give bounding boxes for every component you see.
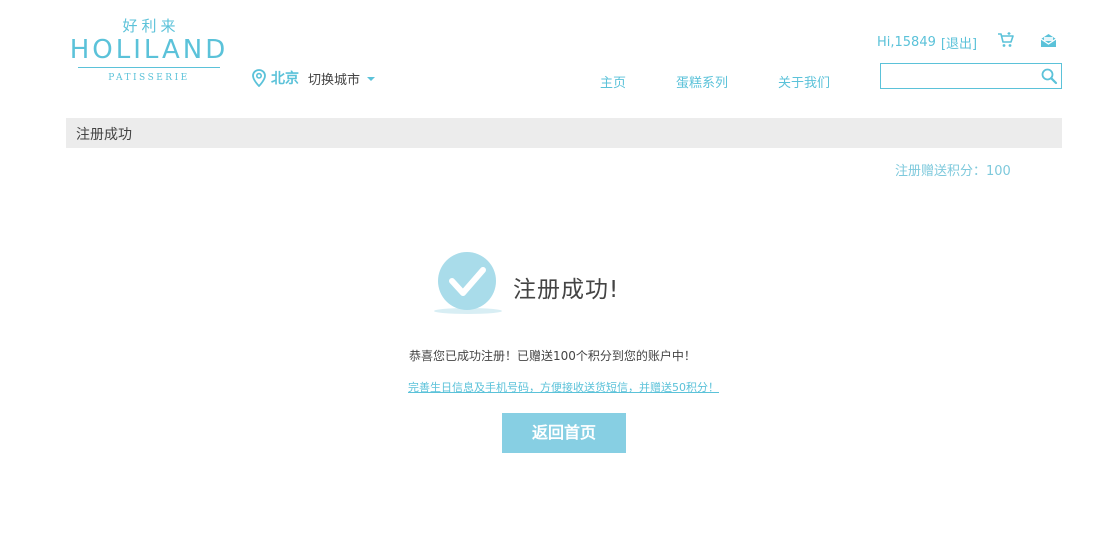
brand-logo[interactable]: 好利来 HOLILAND PATISSERIE <box>64 16 234 92</box>
nav-item-home[interactable]: 主页 <box>600 72 660 91</box>
page-title: 注册成功 <box>76 127 132 143</box>
chevron-down-icon[interactable] <box>367 77 376 81</box>
city-selector[interactable]: 北京 切换城市 <box>252 68 376 88</box>
checkmark-circle-icon <box>432 250 506 316</box>
search-icon[interactable] <box>1040 67 1058 85</box>
brand-cn-name: 好利来 <box>122 17 180 35</box>
success-title: 注册成功! <box>513 277 620 303</box>
nav-item-cakes[interactable]: 蛋糕系列 <box>676 72 756 91</box>
congrats-message: 恭喜您已成功注册！已赠送100个积分到您的账户中！ <box>409 349 696 363</box>
nav-item-about[interactable]: 关于我们 <box>778 72 858 91</box>
search-input[interactable] <box>881 64 1031 88</box>
current-city: 北京 <box>271 71 299 87</box>
user-bar: Hi,15849 [退出] <box>877 33 977 52</box>
logo-divider <box>78 67 220 68</box>
points-note: 注册赠送积分：100 <box>895 164 1011 179</box>
mail-icon[interactable] <box>1040 32 1057 49</box>
search-box <box>880 63 1062 89</box>
brand-en-name: HOLILAND <box>69 35 229 65</box>
complete-profile-link[interactable]: 完善生日信息及手机号码，方便接收送货短信，并赠送50积分！ <box>0 379 1105 395</box>
user-greeting[interactable]: Hi,15849 <box>877 35 936 50</box>
page-title-bar: 注册成功 <box>66 118 1062 148</box>
cart-icon[interactable] <box>997 31 1015 49</box>
return-home-button[interactable]: 返回首页 <box>502 413 626 453</box>
switch-city-link[interactable]: 切换城市 <box>308 69 360 88</box>
brand-tagline: PATISSERIE <box>108 73 190 83</box>
location-pin-icon <box>252 69 266 88</box>
logout-link[interactable]: [退出] <box>941 33 977 52</box>
